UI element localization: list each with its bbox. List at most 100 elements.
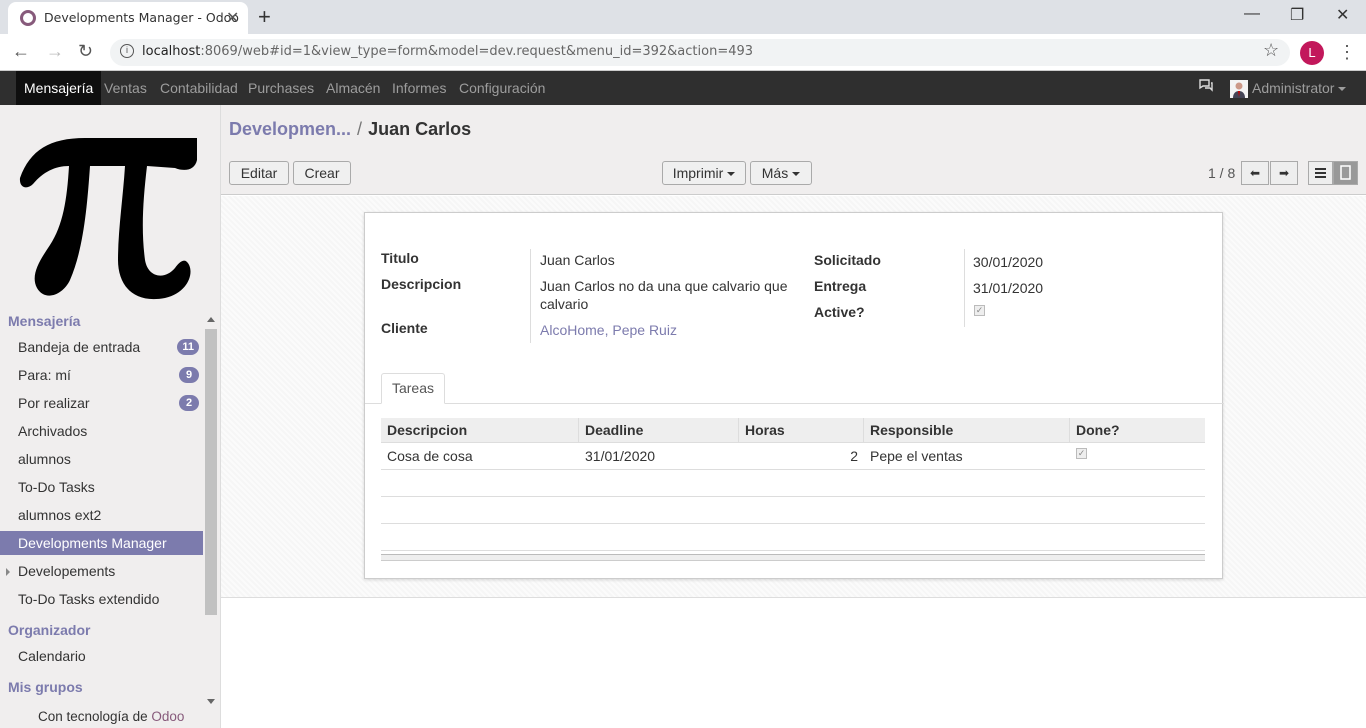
form-sheet: Titulo Juan Carlos Descripcion Juan Carl… <box>364 212 1224 579</box>
unread-badge: 9 <box>179 367 199 383</box>
scroll-up-icon[interactable] <box>207 317 215 322</box>
descripcion-label: Descripcion <box>381 276 462 292</box>
reload-icon[interactable]: ↻ <box>78 41 93 62</box>
sidebar: Mensajería Bandeja de entrada 11 Para: mí… <box>0 105 221 728</box>
pager-value: 1 / 8 <box>1208 165 1236 181</box>
table-row[interactable]: Cosa de cosa 31/01/2020 2 Pepe el ventas… <box>381 443 1205 470</box>
entrega-value: 31/01/2020 <box>973 280 1044 296</box>
profile-avatar[interactable]: L <box>1300 41 1324 65</box>
browser-tab-bar: Developments Manager - Odoo ✕ + — ❐ ✕ <box>0 0 1366 34</box>
control-panel: Developmen... / Juan Carlos Editar Crear I… <box>221 105 1366 195</box>
cliente-label: Cliente <box>381 320 428 336</box>
close-window-icon[interactable]: ✕ <box>1336 5 1349 25</box>
sidebar-item-alumnos[interactable]: alumnos <box>0 447 203 471</box>
table-header: Descripcion Deadline Horas Responsible D… <box>381 418 1205 443</box>
column-done[interactable]: Done? <box>1070 418 1205 443</box>
user-menu[interactable]: Administrator <box>1252 71 1347 105</box>
tab-tareas[interactable]: Tareas <box>381 373 445 404</box>
sidebar-item-para-mi[interactable]: Para: mí 9 <box>0 363 203 387</box>
close-tab-icon[interactable]: ✕ <box>226 8 239 28</box>
descripcion-value-line1: Juan Carlos no da una que calvario que <box>540 278 788 294</box>
sidebar-item-por-realizar[interactable]: Por realizar 2 <box>0 391 203 415</box>
column-deadline[interactable]: Deadline <box>579 418 739 443</box>
edit-button[interactable]: Editar <box>229 161 289 185</box>
list-view-icon[interactable] <box>1308 161 1333 185</box>
odoo-link[interactable]: Odoo <box>151 709 184 724</box>
descripcion-value-line2: calvario <box>540 296 589 312</box>
bookmark-star-icon[interactable]: ☆ <box>1263 40 1279 61</box>
company-logo <box>15 120 205 300</box>
powered-by: Con tecnología de Odoo <box>0 705 220 728</box>
print-dropdown[interactable]: Imprimir <box>662 161 746 185</box>
breadcrumb-parent[interactable]: Developmen... <box>229 119 351 139</box>
more-dropdown[interactable]: Más <box>750 161 812 185</box>
active-label: Active? <box>814 304 865 320</box>
main-content: Developmen... / Juan Carlos Editar Crear I… <box>221 105 1366 728</box>
minimize-icon[interactable]: — <box>1244 5 1260 23</box>
odoo-main-menu: Mensajería Ventas Contabilidad Purchases… <box>0 71 1366 105</box>
unread-badge: 11 <box>177 339 199 355</box>
chat-icon[interactable] <box>1198 79 1214 97</box>
menu-configuracion[interactable]: Configuración <box>451 71 553 105</box>
menu-ventas[interactable]: Ventas <box>96 71 155 105</box>
site-info-icon[interactable]: i <box>120 44 134 58</box>
scroll-down-icon[interactable] <box>207 699 215 704</box>
odoo-favicon-icon <box>20 10 36 26</box>
table-footer <box>381 554 1205 561</box>
column-responsible[interactable]: Responsible <box>864 418 1070 443</box>
next-record-icon[interactable]: ➡ <box>1270 161 1298 185</box>
form-background: Titulo Juan Carlos Descripcion Juan Carl… <box>221 196 1366 598</box>
tab-title: Developments Manager - Odoo <box>44 10 239 25</box>
cell-horas: 2 <box>850 448 858 464</box>
previous-record-icon[interactable]: ⬅ <box>1241 161 1269 185</box>
titulo-label: Titulo <box>381 250 419 266</box>
sidebar-section-mis-grupos: Mis grupos <box>8 679 83 695</box>
unread-badge: 2 <box>179 395 199 411</box>
entrega-label: Entrega <box>814 278 867 294</box>
sidebar-scrollbar[interactable] <box>205 315 217 715</box>
cell-deadline: 31/01/2020 <box>585 448 656 464</box>
menu-mensajeria[interactable]: Mensajería <box>16 71 102 105</box>
browser-tab[interactable]: Developments Manager - Odoo ✕ <box>8 2 248 34</box>
field-divider <box>530 249 531 343</box>
breadcrumb-current: Juan Carlos <box>368 119 472 139</box>
sidebar-item-developements[interactable]: Developements <box>0 559 203 583</box>
menu-contabilidad[interactable]: Contabilidad <box>152 71 246 105</box>
url-text: localhost:8069/web#id=1&view_type=form&m… <box>142 44 754 59</box>
menu-purchases[interactable]: Purchases <box>240 71 322 105</box>
titulo-value: Juan Carlos <box>540 252 615 268</box>
address-bar: ← → ↻ i localhost:8069/web#id=1&view_typ… <box>0 34 1366 71</box>
cell-descripcion: Cosa de cosa <box>387 448 473 464</box>
browser-menu-icon[interactable]: ⋮ <box>1338 42 1356 63</box>
sidebar-item-calendario[interactable]: Calendario <box>0 644 203 668</box>
create-button[interactable]: Crear <box>293 161 351 185</box>
new-tab-icon[interactable]: + <box>258 4 271 30</box>
menu-informes[interactable]: Informes <box>384 71 454 105</box>
menu-almacen[interactable]: Almacén <box>318 71 388 105</box>
forward-icon[interactable]: → <box>46 41 64 62</box>
url-input[interactable]: i localhost:8069/web#id=1&view_type=form… <box>110 39 1290 66</box>
expand-arrow-icon <box>6 568 10 576</box>
breadcrumb: Developmen... / Juan Carlos <box>229 119 472 139</box>
restore-icon[interactable]: ❐ <box>1290 5 1304 25</box>
sidebar-item-todo-tasks[interactable]: To-Do Tasks <box>0 475 203 499</box>
form-view-icon[interactable] <box>1333 161 1358 185</box>
solicitado-value: 30/01/2020 <box>973 254 1044 270</box>
solicitado-label: Solicitado <box>814 252 881 268</box>
table-row-empty <box>381 497 1205 524</box>
notebook-tabs-line <box>365 403 1224 404</box>
back-icon[interactable]: ← <box>12 41 30 62</box>
column-horas[interactable]: Horas <box>739 418 864 443</box>
sidebar-item-alumnos-ext2[interactable]: alumnos ext2 <box>0 503 203 527</box>
sidebar-item-todo-tasks-extendido[interactable]: To-Do Tasks extendido <box>0 587 203 611</box>
sidebar-item-developments-manager[interactable]: Developments Manager <box>0 531 203 555</box>
sidebar-section-organizador: Organizador <box>8 622 91 638</box>
column-descripcion[interactable]: Descripcion <box>381 418 579 443</box>
cliente-link[interactable]: AlcoHome, Pepe Ruiz <box>540 322 677 338</box>
sidebar-item-bandeja[interactable]: Bandeja de entrada 11 <box>0 335 203 359</box>
table-row-empty <box>381 524 1205 551</box>
user-avatar[interactable] <box>1230 80 1248 98</box>
sidebar-item-archivados[interactable]: Archivados <box>0 419 203 443</box>
cell-responsible: Pepe el ventas <box>870 448 963 464</box>
scrollbar-thumb[interactable] <box>205 329 217 615</box>
